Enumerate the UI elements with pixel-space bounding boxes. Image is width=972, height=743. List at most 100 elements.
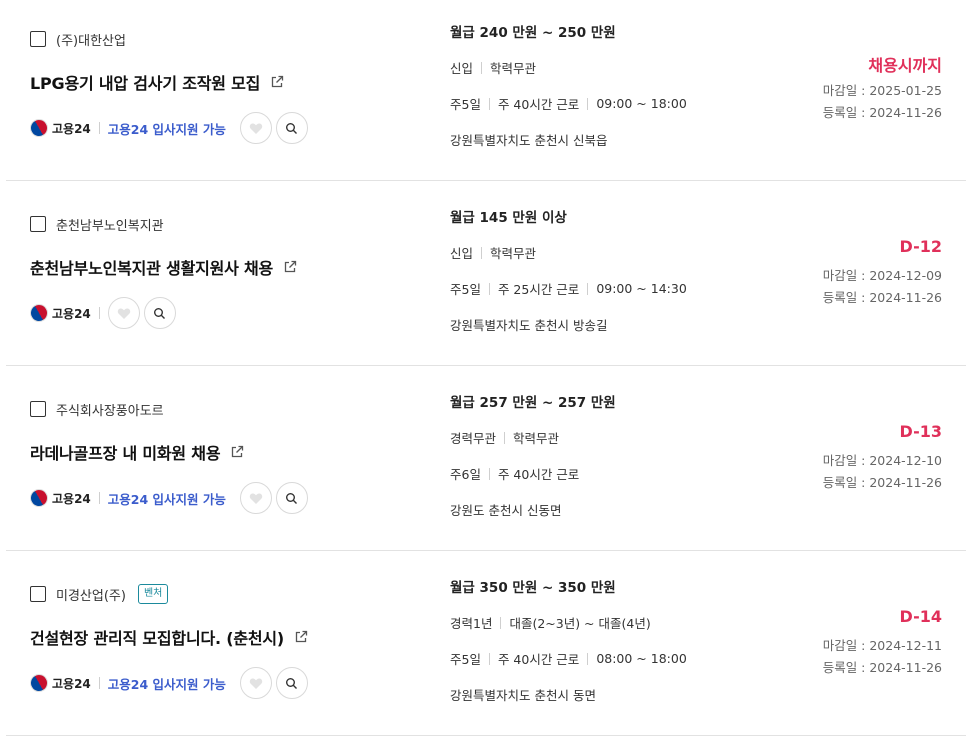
work-schedule: 주6일 주 40시간 근로 [450, 464, 579, 483]
external-link-icon[interactable] [283, 260, 297, 274]
salary: 월급 257 만원 ~ 257 만원 [450, 395, 616, 411]
search-icon [286, 677, 298, 689]
education: 학력무관 [490, 61, 537, 76]
goyong24-logo: 고용24 [26, 485, 91, 511]
select-checkbox[interactable] [30, 216, 46, 232]
location: 강원특별자치도 춘천시 방송길 [450, 318, 608, 333]
deadline-badge: 채용시까지 [868, 56, 942, 75]
heart-icon [117, 307, 130, 319]
heart-icon [249, 492, 263, 504]
job-summary: 주식회사장풍아도르 라데나골프장 내 미화원 채용 고용24 고용24 입사지원… [26, 366, 440, 550]
company-name[interactable]: 미경산업(주) [56, 585, 126, 604]
heart-icon [249, 677, 263, 689]
job-title[interactable]: 건설현장 관리직 모집합니다. (춘천시) [30, 625, 284, 649]
apply-link[interactable]: 고용24 입사지원 가능 [108, 119, 226, 138]
job-title[interactable]: 라데나골프장 내 미화원 채용 [30, 440, 221, 464]
job-dates: D-14 마감일 : 2024-12-11 등록일 : 2024-11-26 [792, 551, 942, 735]
company-name[interactable]: 주식회사장풍아도르 [56, 400, 164, 419]
divider [587, 97, 589, 110]
company-row: 주식회사장풍아도르 [30, 399, 164, 419]
source-label: 고용24 [52, 491, 91, 506]
company-row: 춘천남부노인복지관 [30, 214, 164, 234]
job-title[interactable]: 춘천남부노인복지관 생활지원사 채용 [30, 255, 273, 279]
job-conditions: 월급 350 만원 ~ 350 만원 경력1년 대졸(2~3년) ~ 대졸(4년… [450, 551, 810, 735]
location: 강원특별자치도 춘천시 동면 [450, 688, 596, 703]
salary: 월급 145 만원 이상 [450, 210, 567, 226]
search-button[interactable] [275, 482, 308, 514]
favorite-button[interactable] [239, 112, 272, 144]
divider [98, 122, 100, 134]
company-name[interactable]: 춘천남부노인복지관 [56, 215, 164, 234]
registration-date: 등록일 : 2024-11-26 [822, 660, 942, 675]
select-checkbox[interactable] [30, 586, 46, 602]
location: 강원특별자치도 춘천시 신북읍 [450, 133, 608, 148]
location: 강원도 춘천시 신동면 [450, 503, 562, 518]
select-checkbox[interactable] [30, 401, 46, 417]
divider [587, 652, 589, 665]
deadline-badge: D-12 [899, 237, 942, 256]
divider [481, 61, 483, 74]
close-date: 마감일 : 2024-12-10 [822, 453, 942, 468]
work-hours: 주 40시간 근로 [497, 652, 580, 667]
source-row: 고용24 고용24 입사지원 가능 [26, 667, 312, 699]
search-button[interactable] [143, 297, 176, 329]
search-button[interactable] [275, 112, 308, 144]
company-name[interactable]: (주)대한산업 [56, 30, 126, 49]
job-dates: D-12 마감일 : 2024-12-09 등록일 : 2024-11-26 [792, 181, 942, 365]
heart-icon [249, 122, 263, 134]
work-days: 주5일 [450, 282, 481, 297]
title-row: LPG용기 내압 검사기 조작원 모집 [30, 70, 284, 94]
work-time: 09:00 ~ 14:30 [596, 281, 687, 296]
external-link-icon[interactable] [270, 75, 284, 89]
divider [481, 246, 483, 259]
favorite-button[interactable] [239, 667, 272, 699]
goyong24-logo: 고용24 [26, 670, 91, 696]
source-label: 고용24 [52, 306, 91, 321]
job-item: 주식회사장풍아도르 라데나골프장 내 미화원 채용 고용24 고용24 입사지원… [6, 366, 966, 551]
job-summary: 미경산업(주) 벤처 건설현장 관리직 모집합니다. (춘천시) 고용24 고용… [26, 551, 440, 735]
close-date: 마감일 : 2024-12-11 [822, 638, 942, 653]
career: 경력무관 [450, 431, 497, 446]
external-link-icon[interactable] [230, 445, 244, 459]
divider [98, 307, 100, 319]
divider [488, 652, 490, 665]
select-checkbox[interactable] [30, 31, 46, 47]
registration-date: 등록일 : 2024-11-26 [822, 475, 942, 490]
salary: 월급 350 만원 ~ 350 만원 [450, 580, 616, 596]
job-dates: 채용시까지 마감일 : 2025-01-25 등록일 : 2024-11-26 [792, 0, 942, 180]
job-conditions: 월급 145 만원 이상 신입 학력무관 주5일 주 25시간 근로 09:00… [450, 181, 810, 365]
career: 신입 [450, 61, 474, 76]
goyong24-logo-icon [26, 300, 52, 326]
deadline-badge: D-14 [899, 607, 942, 626]
divider [587, 282, 589, 295]
job-item: 미경산업(주) 벤처 건설현장 관리직 모집합니다. (춘천시) 고용24 고용… [6, 551, 966, 736]
career-education: 경력1년 대졸(2~3년) ~ 대졸(4년) [450, 613, 651, 632]
salary: 월급 240 만원 ~ 250 만원 [450, 25, 616, 41]
work-time: 08:00 ~ 18:00 [596, 651, 687, 666]
divider [504, 431, 506, 444]
job-dates: D-13 마감일 : 2024-12-10 등록일 : 2024-11-26 [792, 366, 942, 550]
goyong24-logo-icon [26, 485, 52, 511]
divider [488, 97, 490, 110]
favorite-button[interactable] [107, 297, 140, 329]
work-days: 주6일 [450, 467, 481, 482]
work-time: 09:00 ~ 18:00 [596, 96, 687, 111]
source-row: 고용24 [26, 297, 180, 329]
apply-link[interactable]: 고용24 입사지원 가능 [108, 674, 226, 693]
venture-tag: 벤처 [137, 584, 169, 604]
job-title[interactable]: LPG용기 내압 검사기 조작원 모집 [30, 70, 260, 94]
education: 학력무관 [513, 431, 560, 446]
job-summary: 춘천남부노인복지관 춘천남부노인복지관 생활지원사 채용 고용24 [26, 181, 440, 365]
favorite-button[interactable] [239, 482, 272, 514]
job-conditions: 월급 240 만원 ~ 250 만원 신입 학력무관 주5일 주 40시간 근로… [450, 0, 810, 180]
external-link-icon[interactable] [294, 630, 308, 644]
apply-link[interactable]: 고용24 입사지원 가능 [108, 489, 226, 508]
company-row: 미경산업(주) 벤처 [30, 584, 169, 604]
education: 대졸(2~3년) ~ 대졸(4년) [509, 616, 651, 631]
education: 학력무관 [490, 246, 537, 261]
work-hours: 주 40시간 근로 [497, 467, 580, 482]
work-days: 주5일 [450, 97, 481, 112]
search-icon [286, 122, 298, 134]
search-button[interactable] [275, 667, 308, 699]
deadline-badge: D-13 [899, 422, 942, 441]
